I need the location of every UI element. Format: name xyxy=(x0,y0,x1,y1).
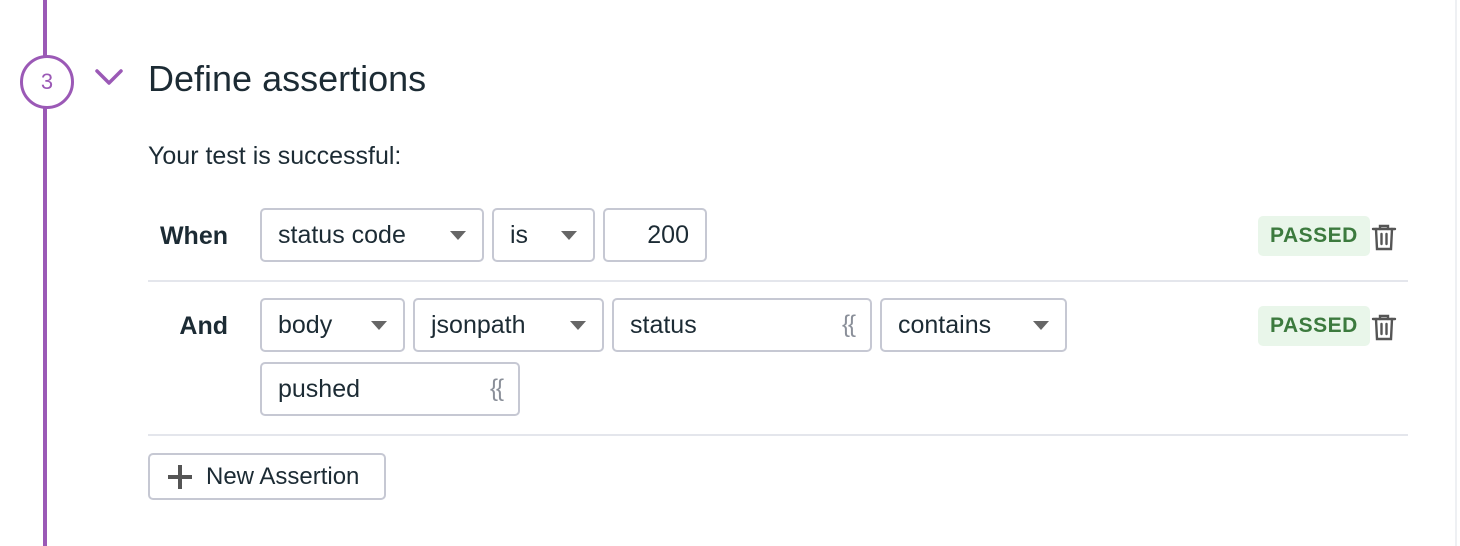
caret-down-icon xyxy=(561,230,577,240)
assertion-type-select[interactable]: status code xyxy=(260,208,484,262)
input-value: pushed xyxy=(278,374,361,403)
row-divider xyxy=(148,280,1408,282)
section-subtitle: Your test is successful: xyxy=(148,142,402,170)
trash-icon[interactable] xyxy=(1371,313,1397,341)
step-number-badge: 3 xyxy=(20,55,74,109)
status-badge: PASSED xyxy=(1258,216,1370,256)
target-value-input[interactable]: pushed {{ xyxy=(260,362,520,416)
select-value: contains xyxy=(898,310,992,339)
braces-icon[interactable]: {{ xyxy=(842,311,856,339)
assertion-type-select[interactable]: body xyxy=(260,298,405,352)
operator-select[interactable]: contains xyxy=(880,298,1067,352)
chevron-down-icon[interactable] xyxy=(94,66,124,88)
row-label-when: When xyxy=(159,222,228,250)
new-assertion-button[interactable]: New Assertion xyxy=(148,453,386,500)
input-value: status xyxy=(630,310,697,339)
plus-icon xyxy=(168,464,192,489)
select-value: body xyxy=(278,310,333,339)
caret-down-icon xyxy=(371,320,387,330)
row-divider xyxy=(148,434,1408,436)
braces-icon[interactable]: {{ xyxy=(490,375,504,403)
new-assertion-label: New Assertion xyxy=(206,462,360,490)
caret-down-icon xyxy=(570,320,586,330)
step-number: 3 xyxy=(40,69,54,94)
row-label-and: And xyxy=(179,312,228,340)
caret-down-icon xyxy=(450,230,466,240)
target-value-input[interactable]: 200 xyxy=(603,208,707,262)
caret-down-icon xyxy=(1033,320,1049,330)
select-value: is xyxy=(510,220,529,249)
panel-edge xyxy=(1455,0,1457,546)
status-badge: PASSED xyxy=(1258,306,1370,346)
operator-select[interactable]: is xyxy=(492,208,595,262)
trash-icon[interactable] xyxy=(1371,223,1397,251)
input-value: 200 xyxy=(647,220,689,249)
jsonpath-input[interactable]: status {{ xyxy=(612,298,872,352)
select-value: status code xyxy=(278,220,406,249)
section-title: Define assertions xyxy=(148,58,427,99)
select-value: jsonpath xyxy=(431,310,526,339)
body-parser-select[interactable]: jsonpath xyxy=(413,298,604,352)
